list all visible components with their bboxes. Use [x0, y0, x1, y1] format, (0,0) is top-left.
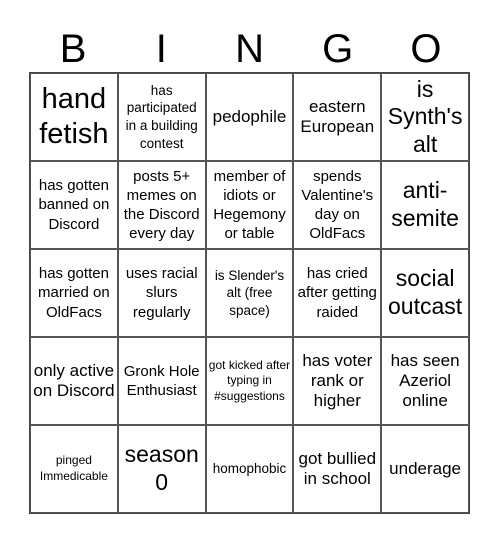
- bingo-cell[interactable]: homophobic: [205, 425, 294, 513]
- bingo-cell-text: pinged Immedicable: [39, 453, 108, 483]
- header-letter-g: G: [322, 27, 354, 71]
- bingo-cell[interactable]: underage: [381, 425, 469, 513]
- bingo-cell[interactable]: uses racial slurs regularly: [117, 249, 206, 337]
- bingo-cell[interactable]: is Slender's alt (free space): [205, 249, 294, 337]
- bingo-cell-text: homophobic: [212, 461, 287, 477]
- bingo-cell[interactable]: has gotten banned on Discord: [30, 161, 118, 249]
- bingo-cell-text: underage: [389, 458, 462, 478]
- bingo-cell[interactable]: season 0: [117, 425, 206, 513]
- bingo-cell-text: has gotten banned on Discord: [38, 177, 110, 233]
- bingo-cell-text: has seen Azeriol online: [390, 350, 460, 411]
- bingo-cell[interactable]: has cried after getting raided: [293, 249, 382, 337]
- header-letter-b: B: [59, 27, 87, 71]
- bingo-cell-text: is Slender's alt (free space): [214, 267, 285, 318]
- bingo-cell-text: has gotten married on OldFacs: [38, 265, 110, 321]
- bingo-cell[interactable]: pedophile: [205, 73, 294, 161]
- bingo-cell-text: only active on Discord: [33, 360, 115, 400]
- bingo-cell[interactable]: has seen Azeriol online: [381, 337, 469, 425]
- bingo-cell[interactable]: has participated in a building contest: [117, 73, 206, 161]
- bingo-cell[interactable]: Gronk Hole Enthusiast: [117, 337, 206, 425]
- bingo-cell-text: pedophile: [212, 106, 287, 126]
- bingo-cell-text: has cried after getting raided: [297, 265, 377, 321]
- bingo-cell-text: member of idiots or Hegemony or table: [213, 167, 286, 243]
- bingo-cell[interactable]: only active on Discord: [30, 337, 118, 425]
- bingo-cell[interactable]: member of idiots or Hegemony or table: [205, 161, 294, 249]
- bingo-cell-text: uses racial slurs regularly: [125, 265, 198, 321]
- bingo-header: B I N G O: [29, 26, 470, 72]
- bingo-cell-text: hand fetish: [39, 83, 109, 150]
- bingo-cell-text: season 0: [124, 441, 199, 495]
- header-letter-o: O: [410, 27, 442, 71]
- bingo-cell[interactable]: has gotten married on OldFacs: [30, 249, 118, 337]
- bingo-cell[interactable]: got bullied in school: [293, 425, 382, 513]
- bingo-cell-text: is Synth's alt: [387, 75, 463, 157]
- bingo-card: hand fetish has participated in a buildin…: [29, 72, 470, 514]
- bingo-cell[interactable]: got kicked after typing in #suggestions: [205, 337, 294, 425]
- bingo-cell-text: anti-semite: [391, 177, 459, 231]
- header-letter-n: N: [235, 27, 264, 71]
- bingo-cell-text: got bullied in school: [298, 448, 377, 488]
- bingo-cell-text: got kicked after typing in #suggestions: [208, 357, 291, 403]
- bingo-cell[interactable]: is Synth's alt: [381, 73, 469, 161]
- header-letter-i: I: [155, 27, 167, 71]
- bingo-cell-text: social outcast: [388, 265, 463, 319]
- bingo-cell[interactable]: hand fetish: [30, 73, 118, 161]
- bingo-cell-text: posts 5+ memes on the Discord every day: [123, 167, 200, 243]
- bingo-cell-text: spends Valentine's day on OldFacs: [301, 167, 374, 243]
- bingo-cell-text: has voter rank or higher: [302, 350, 373, 411]
- bingo-cell[interactable]: social outcast: [381, 249, 469, 337]
- bingo-cell[interactable]: spends Valentine's day on OldFacs: [293, 161, 382, 249]
- bingo-cell[interactable]: posts 5+ memes on the Discord every day: [117, 161, 206, 249]
- bingo-cell[interactable]: anti-semite: [381, 161, 469, 249]
- bingo-cell[interactable]: eastern European: [293, 73, 382, 161]
- bingo-cell[interactable]: pinged Immedicable: [30, 425, 118, 513]
- bingo-cell-text: has participated in a building contest: [125, 82, 198, 151]
- bingo-cell[interactable]: has voter rank or higher: [293, 337, 382, 425]
- bingo-cell-text: eastern European: [300, 96, 375, 136]
- bingo-cell-text: Gronk Hole Enthusiast: [123, 362, 200, 399]
